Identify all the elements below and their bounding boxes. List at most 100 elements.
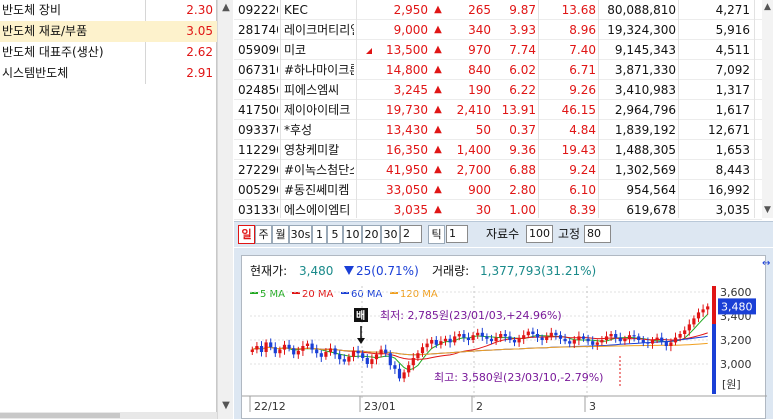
sector-name: 반도체 대표주(생산) (2, 45, 104, 59)
candle-body (356, 350, 360, 354)
ma-legend-label: 60 MA (351, 289, 383, 300)
candle-body (563, 338, 567, 342)
high-annotation: 최고: 3,580원(23/03/10,-2.79%) (434, 371, 603, 384)
candle-body (618, 337, 622, 342)
price-range-bar-down (712, 324, 716, 394)
sector-row[interactable]: 반도체 장비 2.30 (0, 0, 217, 21)
price-chart[interactable]: 현재가: 3,480 25(0.71%) 거래량: 1,377,793(31.2… (241, 255, 767, 419)
candle-body (361, 353, 365, 358)
stock-turnover-rate: 19.43 (561, 143, 596, 157)
stock-change: 50 (475, 123, 491, 137)
candle-body (706, 306, 710, 310)
stock-change: 970 (468, 43, 491, 57)
table-row[interactable]: 024850 피에스엠씨 3,245 190 6.22 9.26 3,410,983 1,31… (234, 80, 762, 100)
scroll-up-icon[interactable]: ▲ (218, 2, 234, 13)
stock-turnover-rate: 9.24 (569, 163, 596, 177)
data-count-input[interactable]: 100 (526, 225, 553, 243)
candle-body (310, 343, 314, 350)
stock-volume: 1,839,192 (614, 123, 676, 137)
scrollbar-thumb[interactable] (0, 413, 120, 418)
candle-body (499, 334, 503, 338)
sector-horizontal-scrollbar[interactable] (0, 412, 217, 419)
period-5min-button[interactable]: 5 (327, 225, 343, 244)
period-day-button[interactable]: 일 (238, 225, 255, 244)
stock-volume: 19,324,300 (607, 23, 676, 37)
period-30min-button[interactable]: 30 (381, 225, 400, 244)
table-row[interactable]: 005290 #동진쎄미켐 33,050 900 2.80 6.10 954,564 16,9… (234, 180, 762, 200)
scroll-up-icon[interactable]: ▲ (762, 2, 773, 12)
column-divider (678, 0, 679, 218)
stock-code: 417500 (238, 103, 278, 117)
up-arrow-icon: ▲ (434, 164, 442, 175)
chart-toolbar: 일 주 월 30s 1 5 10 20 30 2 틱 1 자료수 100 고정 … (234, 221, 773, 247)
candle-body (379, 349, 383, 355)
stock-change-rate: 6.22 (509, 83, 536, 97)
ma-120-line (252, 342, 708, 356)
table-row[interactable]: 067310 #하나마이크론 14,800 840 6.02 6.71 3,871,330 7… (234, 60, 762, 80)
table-row[interactable]: 112290 영창케미칼 16,350 1,400 9.36 19.43 1,488,305… (234, 140, 762, 160)
candle-body (696, 312, 701, 319)
stock-volume: 3,871,330 (614, 63, 676, 77)
table-row[interactable]: 272290 #이녹스첨단소재 41,950 2,700 6.88 9.24 1,302,5… (234, 160, 762, 180)
stock-turnover-rate: 8.96 (569, 23, 596, 37)
sector-row[interactable]: 반도체 재료/부품 3.05 (0, 21, 217, 42)
stock-price: 3,035 (393, 203, 428, 217)
stock-change: 900 (468, 183, 491, 197)
candle-body (627, 335, 632, 339)
period-1min-button[interactable]: 1 (312, 225, 327, 244)
candle-body (572, 340, 576, 344)
stock-change: 1,400 (456, 143, 491, 157)
table-row[interactable]: 093370 *후성 13,430 50 0.37 4.84 1,839,192 12,671… (234, 120, 762, 140)
fixed-input[interactable]: 80 (584, 225, 611, 243)
table-row[interactable]: 281740 레이크머티리얼즈 9,000 340 3.93 8.96 19,324,300… (234, 20, 762, 40)
table-row[interactable]: 092220 KEC 2,950 265 9.87 13.68 80,088,810 4,27… (234, 0, 762, 20)
stock-volume: 954,564 (626, 183, 676, 197)
candle-body (374, 354, 379, 360)
stock-name: #하나마이크론 (284, 63, 354, 77)
current-price-tag-label: 3,480 (721, 300, 753, 313)
candle-body (370, 359, 374, 364)
stock-name: *후성 (284, 123, 313, 137)
up-arrow-icon: ▲ (434, 124, 442, 135)
sector-vertical-scrollbar[interactable]: ▲ ▼ (217, 0, 233, 419)
candle-body (554, 332, 558, 336)
table-vertical-scrollbar[interactable]: ▲ ▼ (762, 0, 773, 218)
tick-button[interactable]: 틱 (428, 225, 445, 244)
table-row[interactable]: 059090미코13,5009707.747.409,145,3434,511▲ (234, 40, 762, 60)
stock-change: 265 (468, 3, 491, 17)
tick-input[interactable]: 1 (446, 225, 468, 243)
period-week-button[interactable]: 주 (255, 225, 272, 244)
sector-row[interactable]: 반도체 대표주(생산) 2.62 (0, 42, 217, 63)
chart-expand-icon[interactable]: ↔ (762, 258, 770, 269)
candle-body (255, 346, 259, 350)
candle-body (338, 354, 342, 360)
down-arrow-icon (344, 266, 354, 275)
table-row[interactable]: 417500 제이아이테크 19,730 2,410 13.91 46.15 2,964,7… (234, 100, 762, 120)
candle-body (558, 335, 563, 339)
column-divider (538, 0, 539, 218)
sector-row[interactable]: 시스템반도체 2.91 (0, 63, 217, 84)
table-row[interactable]: 031330 에스에이엠티 3,035 30 1.00 8.39 619,678 3,035 ▲ (234, 200, 762, 220)
stock-change: 2,410 (456, 103, 491, 117)
scroll-down-icon[interactable]: ▼ (218, 400, 234, 411)
up-arrow-icon: ▲ (434, 184, 442, 195)
minute-input[interactable]: 2 (400, 225, 422, 243)
period-10min-button[interactable]: 10 (343, 225, 362, 244)
stock-change-rate: 1.00 (509, 203, 536, 217)
stock-change-rate: 9.87 (509, 3, 536, 17)
period-20min-button[interactable]: 20 (362, 225, 381, 244)
scroll-down-icon[interactable]: ▼ (762, 205, 773, 215)
stock-change-rate: 9.36 (509, 143, 536, 157)
period-30s-button[interactable]: 30s (289, 225, 312, 244)
candle-body (540, 337, 544, 340)
stock-code: 093370 (238, 123, 278, 137)
volume-value: 1,377,793(31.21%) (480, 264, 596, 278)
candle-body (388, 353, 392, 366)
period-month-button[interactable]: 월 (272, 225, 289, 244)
sector-name: 반도체 재료/부품 (2, 24, 88, 38)
stock-turnover-rate: 8.39 (569, 203, 596, 217)
column-divider (280, 0, 281, 218)
stock-turnover-rate: 9.26 (569, 83, 596, 97)
stock-turnover-rate: 4.84 (569, 123, 596, 137)
ma-legend-label: 120 MA (400, 289, 438, 300)
